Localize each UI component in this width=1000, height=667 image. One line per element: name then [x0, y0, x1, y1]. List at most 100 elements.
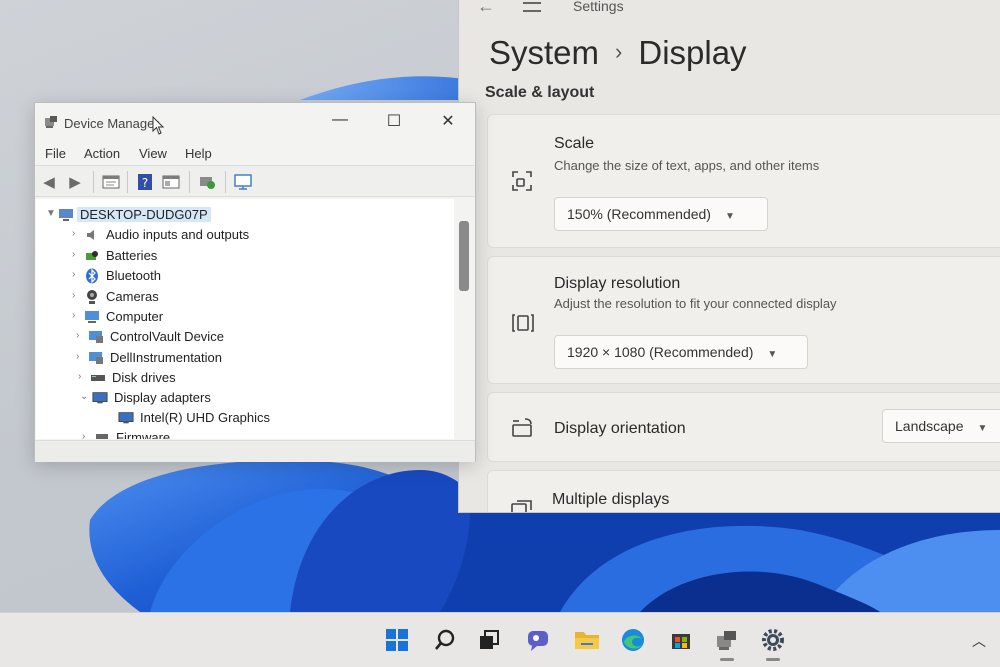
scale-dropdown[interactable]: 150% (Recommended) ▼ [554, 197, 768, 231]
scale-title: Scale [554, 135, 595, 152]
show-hidden-icons-chevron-icon[interactable]: ︿ [972, 631, 986, 651]
orientation-value: Landscape [895, 418, 964, 434]
edge-icon[interactable] [618, 625, 648, 655]
chevron-down-icon: ▼ [724, 211, 735, 222]
properties-icon[interactable] [101, 172, 121, 192]
search-icon[interactable] [430, 625, 460, 655]
breadcrumb: System › Display [489, 34, 747, 72]
chevron-down-icon: ▼ [977, 423, 988, 434]
taskbar: ︿ [0, 612, 1000, 667]
minimize-button[interactable]: — [325, 111, 355, 129]
disk-icon [90, 370, 106, 385]
device-manager-icon[interactable] [712, 625, 742, 661]
chevron-right-icon[interactable]: › [72, 228, 82, 239]
battery-icon [84, 248, 100, 263]
computer-icon [84, 309, 100, 324]
chevron-right-icon[interactable]: › [76, 351, 86, 362]
hamburger-menu-icon[interactable] [523, 2, 541, 12]
tree-item-label: Audio inputs and outputs [106, 227, 250, 242]
breadcrumb-display: Display [638, 34, 747, 71]
tree-item-label: Display adapters [114, 390, 211, 405]
chevron-down-icon[interactable]: ▼ [46, 208, 56, 219]
file-explorer-icon[interactable] [572, 625, 602, 655]
maximize-button[interactable]: ☐ [379, 111, 409, 131]
scan-hardware-icon[interactable] [197, 172, 217, 192]
tree-item-label: DellInstrumentation [110, 350, 222, 365]
chevron-down-icon: ▼ [767, 349, 778, 360]
toolbar: ◀ ▶ ? [35, 165, 475, 197]
resolution-title: Display resolution [554, 275, 681, 292]
monitor-icon[interactable] [233, 172, 253, 192]
settings-icon[interactable] [758, 625, 788, 661]
orientation-dropdown[interactable]: Landscape ▼ [882, 409, 1000, 443]
computer-icon [58, 207, 74, 222]
resolution-dropdown[interactable]: 1920 × 1080 (Recommended) ▼ [554, 335, 808, 369]
device-icon [88, 350, 104, 365]
section-heading: Scale & layout [485, 84, 595, 101]
scrollbar-thumb[interactable] [459, 221, 469, 291]
tree-item-label: ControlVault Device [110, 329, 224, 344]
properties-sheet-icon[interactable] [161, 172, 181, 192]
tree-item-label: Disk drives [112, 370, 176, 385]
menu-view[interactable]: View [139, 146, 167, 161]
status-bar [35, 440, 475, 462]
tree-item-label: Firmware [116, 430, 171, 439]
camera-icon [84, 289, 100, 304]
resolution-icon [510, 311, 536, 340]
chevron-right-icon[interactable]: › [72, 290, 82, 301]
computer-name: DESKTOP-DUDG07P [77, 207, 211, 222]
device-tree: ▼ DESKTOP-DUDG07P › Audio inputs and out… [36, 199, 454, 439]
breadcrumb-system[interactable]: System [489, 34, 599, 71]
toolbar-divider [127, 171, 128, 193]
chevron-right-icon[interactable]: › [76, 330, 86, 341]
help-icon[interactable]: ? [135, 172, 155, 192]
device-icon [88, 329, 104, 344]
menu-help[interactable]: Help [185, 146, 212, 161]
orientation-title: Display orientation [554, 420, 686, 437]
scale-card: Scale Change the size of text, apps, and… [487, 114, 1000, 248]
scale-subtitle: Change the size of text, apps, and other… [554, 158, 820, 173]
toolbar-divider [225, 171, 226, 193]
start-icon[interactable] [382, 625, 412, 655]
orientation-card: Display orientation Landscape ▼ [487, 392, 1000, 462]
device-manager-titlebar[interactable]: Device Manager — ☐ ✕ [35, 103, 475, 141]
scale-icon [510, 169, 534, 198]
toolbar-divider [93, 171, 94, 193]
chevron-right-icon[interactable]: › [72, 249, 82, 260]
mouse-cursor-icon [152, 116, 165, 135]
svg-text:?: ? [142, 176, 148, 190]
store-icon[interactable] [666, 625, 696, 655]
vertical-scrollbar[interactable] [455, 199, 475, 439]
back-arrow-icon[interactable]: ← [477, 0, 495, 17]
chevron-right-icon[interactable]: › [78, 371, 88, 382]
menu-action[interactable]: Action [84, 146, 120, 161]
toolbar-divider [189, 171, 190, 193]
multiple-displays-icon [510, 497, 534, 512]
menu-file[interactable]: File [45, 146, 66, 161]
scale-value: 150% (Recommended) [567, 206, 711, 222]
task-view-icon[interactable] [474, 625, 504, 655]
forward-icon[interactable]: ▶ [65, 172, 85, 192]
chevron-right-icon[interactable]: › [72, 310, 82, 321]
chevron-right-icon[interactable]: › [82, 431, 92, 439]
chevron-down-icon[interactable]: ⌄ [80, 391, 90, 402]
device-manager-window: Device Manager — ☐ ✕ File Action View He… [34, 102, 476, 462]
tree-item-label: Intel(R) UHD Graphics [140, 410, 271, 425]
settings-app-title: Settings [573, 0, 624, 14]
back-icon[interactable]: ◀ [39, 172, 59, 192]
resolution-subtitle: Adjust the resolution to fit your connec… [554, 296, 837, 311]
tree-item-label: Cameras [106, 289, 159, 304]
settings-titlebar: ← Settings [459, 0, 1000, 22]
tree-item-label: Computer [106, 309, 164, 324]
device-manager-title: Device Manager [64, 116, 159, 131]
chip-icon [94, 430, 110, 439]
multiple-displays-title: Multiple displays [552, 491, 670, 508]
tree-item-label: Batteries [106, 248, 158, 263]
close-button[interactable]: ✕ [433, 111, 463, 131]
breadcrumb-separator: › [615, 39, 623, 64]
chevron-right-icon[interactable]: › [72, 269, 82, 280]
multiple-displays-card[interactable]: Multiple displays [487, 470, 1000, 512]
chat-icon[interactable] [524, 625, 554, 655]
settings-window: ← Settings System › Display Scale & layout… [458, 0, 1000, 513]
resolution-value: 1920 × 1080 (Recommended) [567, 344, 754, 360]
